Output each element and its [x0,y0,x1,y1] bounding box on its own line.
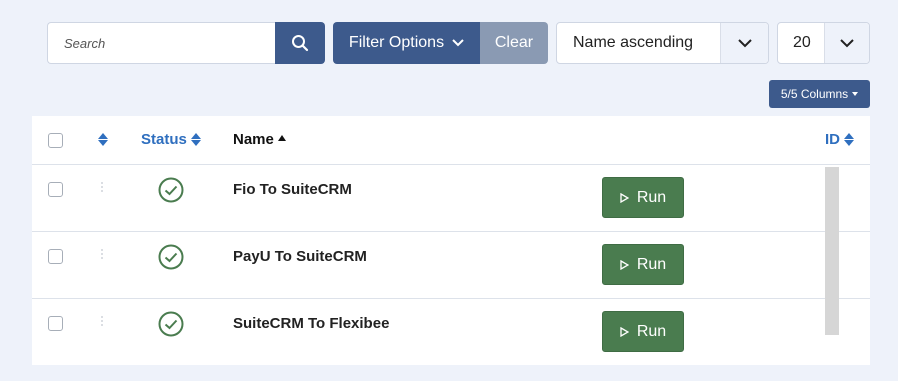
table-row: Fio To SuiteCRM Run [32,165,870,232]
name-header-label: Name [233,131,274,148]
drag-handle-icon[interactable] [101,249,103,259]
run-label: Run [636,188,667,206]
per-page-select[interactable]: 20 [777,22,870,64]
table-scrollbar[interactable] [825,167,839,335]
select-all-checkbox[interactable] [48,133,63,148]
run-button[interactable]: Run [602,311,684,352]
clear-label: Clear [494,34,534,51]
run-button[interactable]: Run [602,177,684,218]
run-label: Run [636,322,667,340]
run-button[interactable]: Run [602,244,684,285]
play-icon [620,326,629,337]
play-icon [620,259,629,270]
sort-dropdown-toggle[interactable] [720,23,768,63]
sort-value: Name ascending [573,34,694,51]
drag-column-sort[interactable] [98,133,108,146]
chevron-down-icon [840,38,854,47]
name-column-header[interactable]: Name [233,131,286,148]
row-name: Fio To SuiteCRM [233,181,352,198]
row-name: PayU To SuiteCRM [233,248,367,265]
integrations-table: Status Name ID Fio To SuiteCRM Run PayU … [32,116,870,365]
play-icon [620,192,629,203]
clear-button[interactable]: Clear [480,22,548,64]
per-page-value: 20 [793,34,811,51]
id-column-header[interactable]: ID [825,131,854,148]
row-name: SuiteCRM To Flexibee [233,315,390,332]
table-row: SuiteCRM To Flexibee Run [32,299,870,366]
table-row: PayU To SuiteCRM Run [32,232,870,299]
drag-handle-icon[interactable] [101,182,103,192]
per-page-dropdown-toggle[interactable] [824,23,869,63]
table-header: Status Name ID [32,116,870,165]
drag-handle-icon[interactable] [101,316,103,326]
search-field[interactable] [47,22,276,64]
row-checkbox[interactable] [48,182,63,197]
check-circle-icon [158,177,184,203]
sort-up-icon [98,133,108,139]
sort-icon [190,133,201,146]
filter-options-button[interactable]: Filter Options [333,22,480,64]
id-header-label: ID [825,131,840,148]
run-label: Run [636,255,667,273]
check-circle-icon [158,311,184,337]
columns-toggle-button[interactable]: 5/5 Columns [769,80,870,108]
search-button[interactable] [275,22,325,64]
status-header-label: Status [141,131,187,148]
check-circle-icon [158,244,184,270]
sort-ascending-icon [277,135,286,141]
search-input[interactable] [64,35,276,51]
caret-down-icon [852,92,859,96]
sort-select[interactable]: Name ascending [556,22,769,64]
filter-options-label: Filter Options [348,34,445,51]
search-icon [292,35,309,52]
sort-down-icon [98,140,108,146]
chevron-down-icon [737,38,752,47]
row-checkbox[interactable] [48,249,63,264]
sort-icon [844,133,854,146]
chevron-down-icon [452,39,464,47]
row-checkbox[interactable] [48,316,63,331]
status-column-header[interactable]: Status [141,131,201,148]
columns-label: 5/5 Columns [780,87,849,101]
